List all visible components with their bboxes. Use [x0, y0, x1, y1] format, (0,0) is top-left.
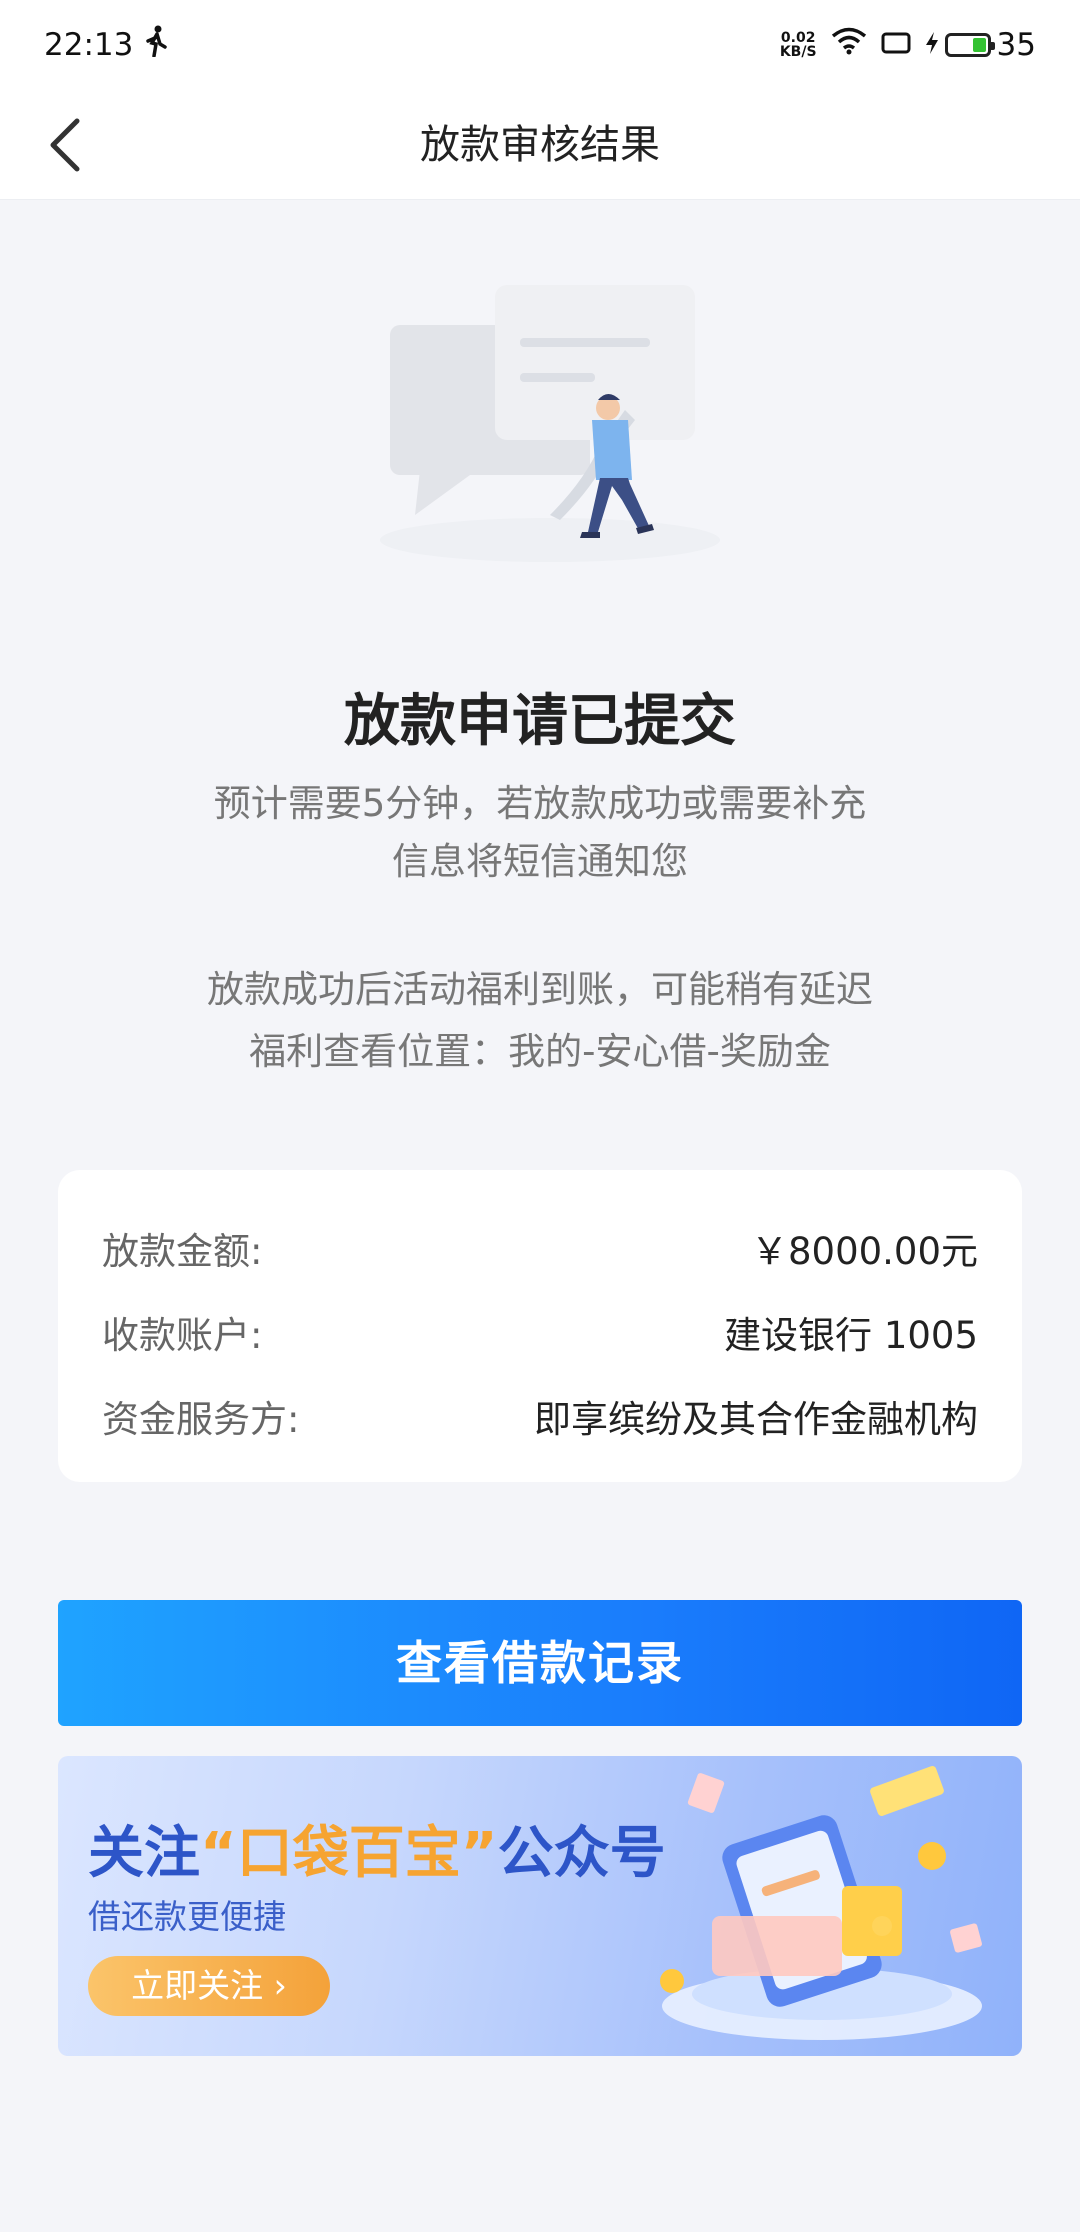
info-value: 建设银行 1005: [724, 1314, 978, 1357]
wifi-icon: [831, 27, 867, 63]
info-value: 即享缤纷及其合作金融机构: [534, 1398, 978, 1441]
status-time: 22:13: [44, 27, 134, 63]
info-row-amount: 放款金额: ￥8000.00元: [102, 1206, 978, 1290]
benefit-note-line2: 福利查看位置：我的-安心借-奖励金: [249, 1030, 831, 1073]
status-bar: 22:13 0.02 KB/S 35: [0, 0, 1080, 90]
result-description-line1: 预计需要5分钟，若放款成功或需要补充: [213, 782, 867, 825]
nav-bar: 放款审核结果: [0, 90, 1080, 200]
battery-status: 35: [925, 27, 1036, 63]
screen-icon: [881, 27, 911, 63]
banner-subtitle: 借还款更便捷: [88, 1897, 286, 1936]
battery-percent: 35: [996, 27, 1036, 63]
info-label: 资金服务方:: [102, 1398, 300, 1441]
net-speed: 0.02 KB/S: [780, 31, 817, 59]
net-speed-value: 0.02: [780, 30, 816, 46]
battery-fill: [972, 38, 986, 52]
banner-title-prefix: 关注: [88, 1821, 200, 1886]
banner-title-highlight: “口袋百宝”: [200, 1821, 498, 1886]
loan-info-card: 放款金额: ￥8000.00元 收款账户: 建设银行 1005 资金服务方: 即…: [58, 1170, 1022, 1482]
result-description-line2: 信息将短信通知您: [392, 840, 688, 883]
phone-coins-illustration: [660, 1766, 982, 2040]
follow-account-banner[interactable]: 关注“口袋百宝”公众号 借还款更便捷 立即关注 ›: [58, 1756, 1022, 2056]
follow-now-button[interactable]: 立即关注 ›: [88, 1956, 330, 2016]
submitted-illustration: [360, 270, 740, 570]
benefit-note-line1: 放款成功后活动福利到账，可能稍有延迟: [207, 968, 873, 1011]
battery-icon: [944, 33, 995, 57]
status-right: 0.02 KB/S 35: [780, 27, 1036, 63]
walking-icon: [143, 25, 169, 65]
info-label: 放款金额:: [102, 1230, 263, 1273]
view-loan-records-button[interactable]: 查看借款记录: [58, 1600, 1022, 1726]
info-row-funder: 资金服务方: 即享缤纷及其合作金融机构: [102, 1374, 978, 1458]
info-label: 收款账户:: [102, 1314, 263, 1357]
page-title: 放款审核结果: [420, 122, 660, 168]
status-left: 22:13: [44, 25, 169, 65]
net-speed-unit: KB/S: [779, 44, 817, 60]
banner-title: 关注“口袋百宝”公众号: [88, 1808, 666, 1889]
charging-icon: [925, 27, 939, 63]
result-headline: 放款申请已提交: [344, 689, 736, 754]
info-value: ￥8000.00元: [750, 1230, 978, 1273]
info-row-account: 收款账户: 建设银行 1005: [102, 1290, 978, 1374]
